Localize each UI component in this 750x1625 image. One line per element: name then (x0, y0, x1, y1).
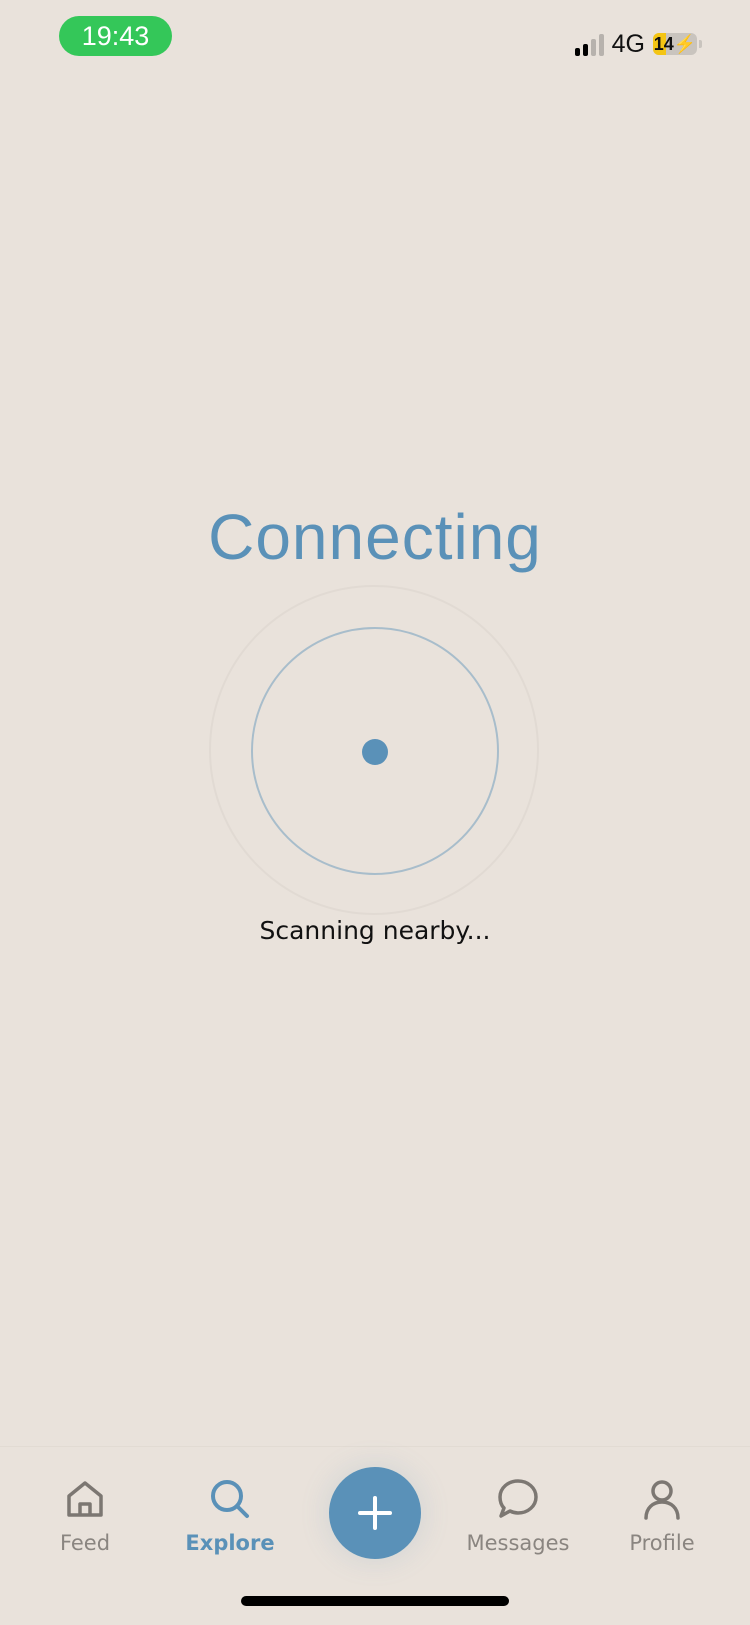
status-message: Scanning nearby... (259, 916, 491, 945)
home-indicator[interactable] (241, 1596, 509, 1606)
create-button[interactable] (329, 1467, 421, 1559)
tab-feed[interactable]: Feed (25, 1447, 145, 1577)
person-icon (644, 1480, 680, 1520)
tab-label-messages: Messages (466, 1531, 570, 1555)
status-time: 19:43 (59, 16, 172, 56)
battery-tip (699, 40, 702, 48)
battery-level: 14⚡ (653, 34, 697, 54)
status-indicators: 4G 14⚡ (574, 28, 702, 60)
home-icon (67, 1481, 103, 1517)
search-icon (211, 1480, 249, 1518)
signal-icon (574, 32, 604, 56)
tab-label-explore: Explore (185, 1531, 275, 1555)
tab-label-profile: Profile (629, 1531, 695, 1555)
scan-center-dot (362, 739, 388, 765)
plus-icon (358, 1496, 392, 1530)
battery-icon: 14⚡ (653, 33, 697, 55)
tab-profile[interactable]: Profile (602, 1447, 722, 1577)
network-type: 4G (611, 29, 645, 58)
chat-bubble-icon (498, 1479, 538, 1518)
tab-label-feed: Feed (59, 1531, 111, 1555)
tab-explore[interactable]: Explore (170, 1447, 290, 1577)
tab-messages[interactable]: Messages (458, 1447, 578, 1577)
page-title: Connecting (208, 501, 542, 573)
